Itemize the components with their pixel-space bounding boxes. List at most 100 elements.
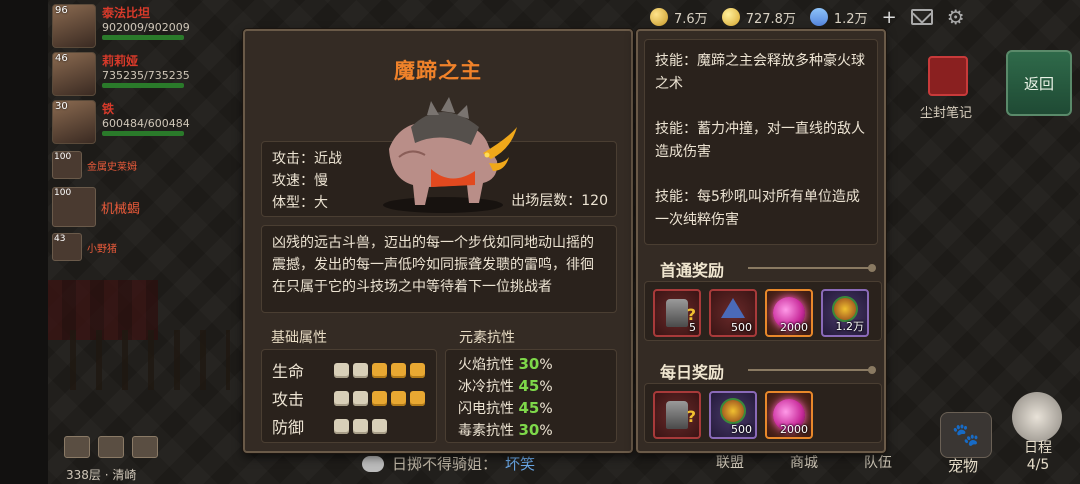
schedule-avatar-icon[interactable]	[1012, 392, 1062, 442]
nav-shop[interactable]: 商城	[790, 452, 818, 472]
chat-prefix: 日掷不得骑姐：	[392, 455, 498, 473]
pet-button[interactable]: 🐾	[940, 412, 992, 458]
minion-item[interactable]: 100 机械蝎	[52, 187, 242, 227]
boss-info-panel: 魔蹄之主 攻击：近战 攻速：慢 体型：大 出场层数：120 凶残的远古斗兽，迈出…	[243, 29, 633, 453]
hp-bar	[102, 83, 184, 88]
reward-item[interactable]	[653, 391, 701, 439]
party-list: 96 泰法比坦 902009/902009 46 莉莉娅 735235/735235…	[52, 4, 242, 262]
daily-reward-box: 500 2000	[644, 383, 882, 443]
res-unit: %	[539, 401, 553, 417]
skill-2: 技能：蓄力冲撞，对一直线的敌人造成伤害	[655, 121, 865, 160]
bottom-nav: 联盟 商城 队伍	[716, 452, 892, 472]
res-label: 火焰抗性	[458, 357, 514, 373]
res-value: 45	[518, 399, 540, 417]
nav-team[interactable]: 队伍	[864, 452, 892, 472]
add-gems-button[interactable]: +	[882, 7, 897, 28]
member-hp: 902009/902009	[102, 21, 190, 34]
gem-icon	[806, 4, 832, 30]
chat-ticker[interactable]: 日掷不得骑姐： 坏笑	[362, 453, 535, 474]
minion-item[interactable]: 43 小野猪	[52, 232, 242, 262]
avatar: 96	[52, 4, 96, 48]
member-name: 泰法比坦	[102, 6, 151, 20]
attr-pip	[353, 362, 368, 378]
return-button[interactable]: 返回	[1006, 50, 1072, 116]
res-unit: %	[539, 423, 553, 439]
minion-avatar: 43	[52, 233, 82, 261]
currency-bar: 7.6万 727.8万 1.2万 + ⚙	[650, 4, 1080, 30]
member-hp: 600484/600484	[102, 117, 190, 130]
stone-box-icon	[666, 299, 696, 327]
attr-label: 防御	[272, 418, 305, 437]
party-member[interactable]: 30 铁 600484/600484	[52, 100, 242, 148]
member-level: 30	[55, 101, 68, 112]
daily-reward-label: 每日奖励	[660, 363, 725, 382]
attr-pip	[372, 390, 387, 406]
attr-label: 攻击	[272, 390, 305, 409]
minion-name: 金属史莱姆	[87, 161, 137, 173]
res-value: 45	[518, 377, 540, 395]
reward-item[interactable]: 2000	[765, 289, 813, 337]
attr-pip	[353, 390, 368, 406]
item-qty: 2000	[780, 423, 808, 436]
body-size: 体型：大	[272, 195, 328, 211]
schedule-count: 4/5	[1026, 457, 1050, 473]
attr-pip	[334, 362, 349, 378]
item-qty: 2000	[780, 321, 808, 334]
avatar: 30	[52, 100, 96, 144]
item-qty: 1.2万	[835, 320, 865, 333]
mail-icon[interactable]	[910, 9, 933, 25]
member-level: 96	[55, 5, 68, 16]
skill-1: 技能：魔蹄之主会释放多种豪火球之术	[655, 53, 865, 92]
schedule-label[interactable]: 日程 4/5	[1018, 440, 1058, 474]
first-reward-box: 5 500 2000 1.2万	[644, 281, 882, 341]
left-letterbox	[0, 0, 48, 484]
attributes-box: 生命 攻击 防御	[261, 349, 437, 443]
attack-speed: 攻速：慢	[272, 173, 328, 189]
reward-item[interactable]: 1.2万	[821, 289, 869, 337]
member-name: 莉莉娅	[102, 54, 139, 68]
reward-item[interactable]: 5	[653, 289, 701, 337]
chat-icon[interactable]	[64, 436, 90, 458]
party-member[interactable]: 96 泰法比坦 902009/902009	[52, 4, 242, 52]
pet-label: 宠物	[948, 457, 979, 475]
minion-level: 100	[54, 188, 72, 198]
minion-avatar: 100	[52, 187, 96, 227]
item-qty: 5	[689, 321, 696, 334]
attr-pip	[334, 418, 349, 434]
paw-icon: 🐾	[952, 422, 980, 448]
coin-icon	[721, 8, 740, 26]
minion-level: 100	[54, 152, 72, 162]
gem-counter: 1.2万	[806, 4, 868, 30]
floor-count: 出场层数：120	[511, 193, 608, 209]
gold-value: 7.6万	[674, 11, 708, 27]
reward-item[interactable]: 500	[709, 289, 757, 337]
coin-value: 727.8万	[745, 11, 796, 27]
home-icon[interactable]	[132, 436, 158, 458]
reward-item[interactable]: 2000	[765, 391, 813, 439]
attr-pips	[334, 418, 391, 434]
attr-pip	[410, 362, 425, 378]
attr-pips	[334, 390, 429, 406]
bag-icon[interactable]	[98, 436, 124, 458]
attr-label: 生命	[272, 362, 305, 381]
gem-value: 1.2万	[833, 11, 868, 27]
gear-icon[interactable]: ⚙	[947, 5, 965, 29]
hp-bar	[102, 35, 184, 40]
skills-box: 技能：魔蹄之主会释放多种豪火球之术 技能：蓄力冲撞，对一直线的敌人造成伤害 技能…	[644, 39, 878, 245]
resistance-box: 火焰抗性 30% 冰冷抗性 45% 闪电抗性 45% 毒素抗性 30%	[445, 349, 617, 443]
ice-resistance: 冰冷抗性 45%	[458, 376, 553, 396]
minion-item[interactable]: 100 金属史莱姆	[52, 150, 242, 180]
attack-type: 攻击：近战	[272, 151, 342, 167]
lightning-resistance: 闪电抗性 45%	[458, 398, 553, 418]
schedule-title: 日程	[1024, 440, 1052, 456]
skill-3: 技能：每5秒吼叫对所有单位造成一次纯粹伤害	[655, 189, 860, 228]
attr-pip	[372, 362, 387, 378]
resistance-label: 元素抗性	[459, 330, 515, 346]
reward-item[interactable]: 500	[709, 391, 757, 439]
party-member[interactable]: 46 莉莉娅 735235/735235	[52, 52, 242, 100]
dusty-notes-icon[interactable]	[928, 56, 968, 96]
boss-description: 凶残的远古斗兽，迈出的每一个步伐如同地动山摇的震撼，发出的每一声低吟如同振聋发聩…	[261, 225, 617, 313]
nav-alliance[interactable]: 联盟	[716, 452, 744, 472]
minion-level: 43	[54, 234, 66, 244]
bottom-left-icons	[64, 436, 158, 458]
